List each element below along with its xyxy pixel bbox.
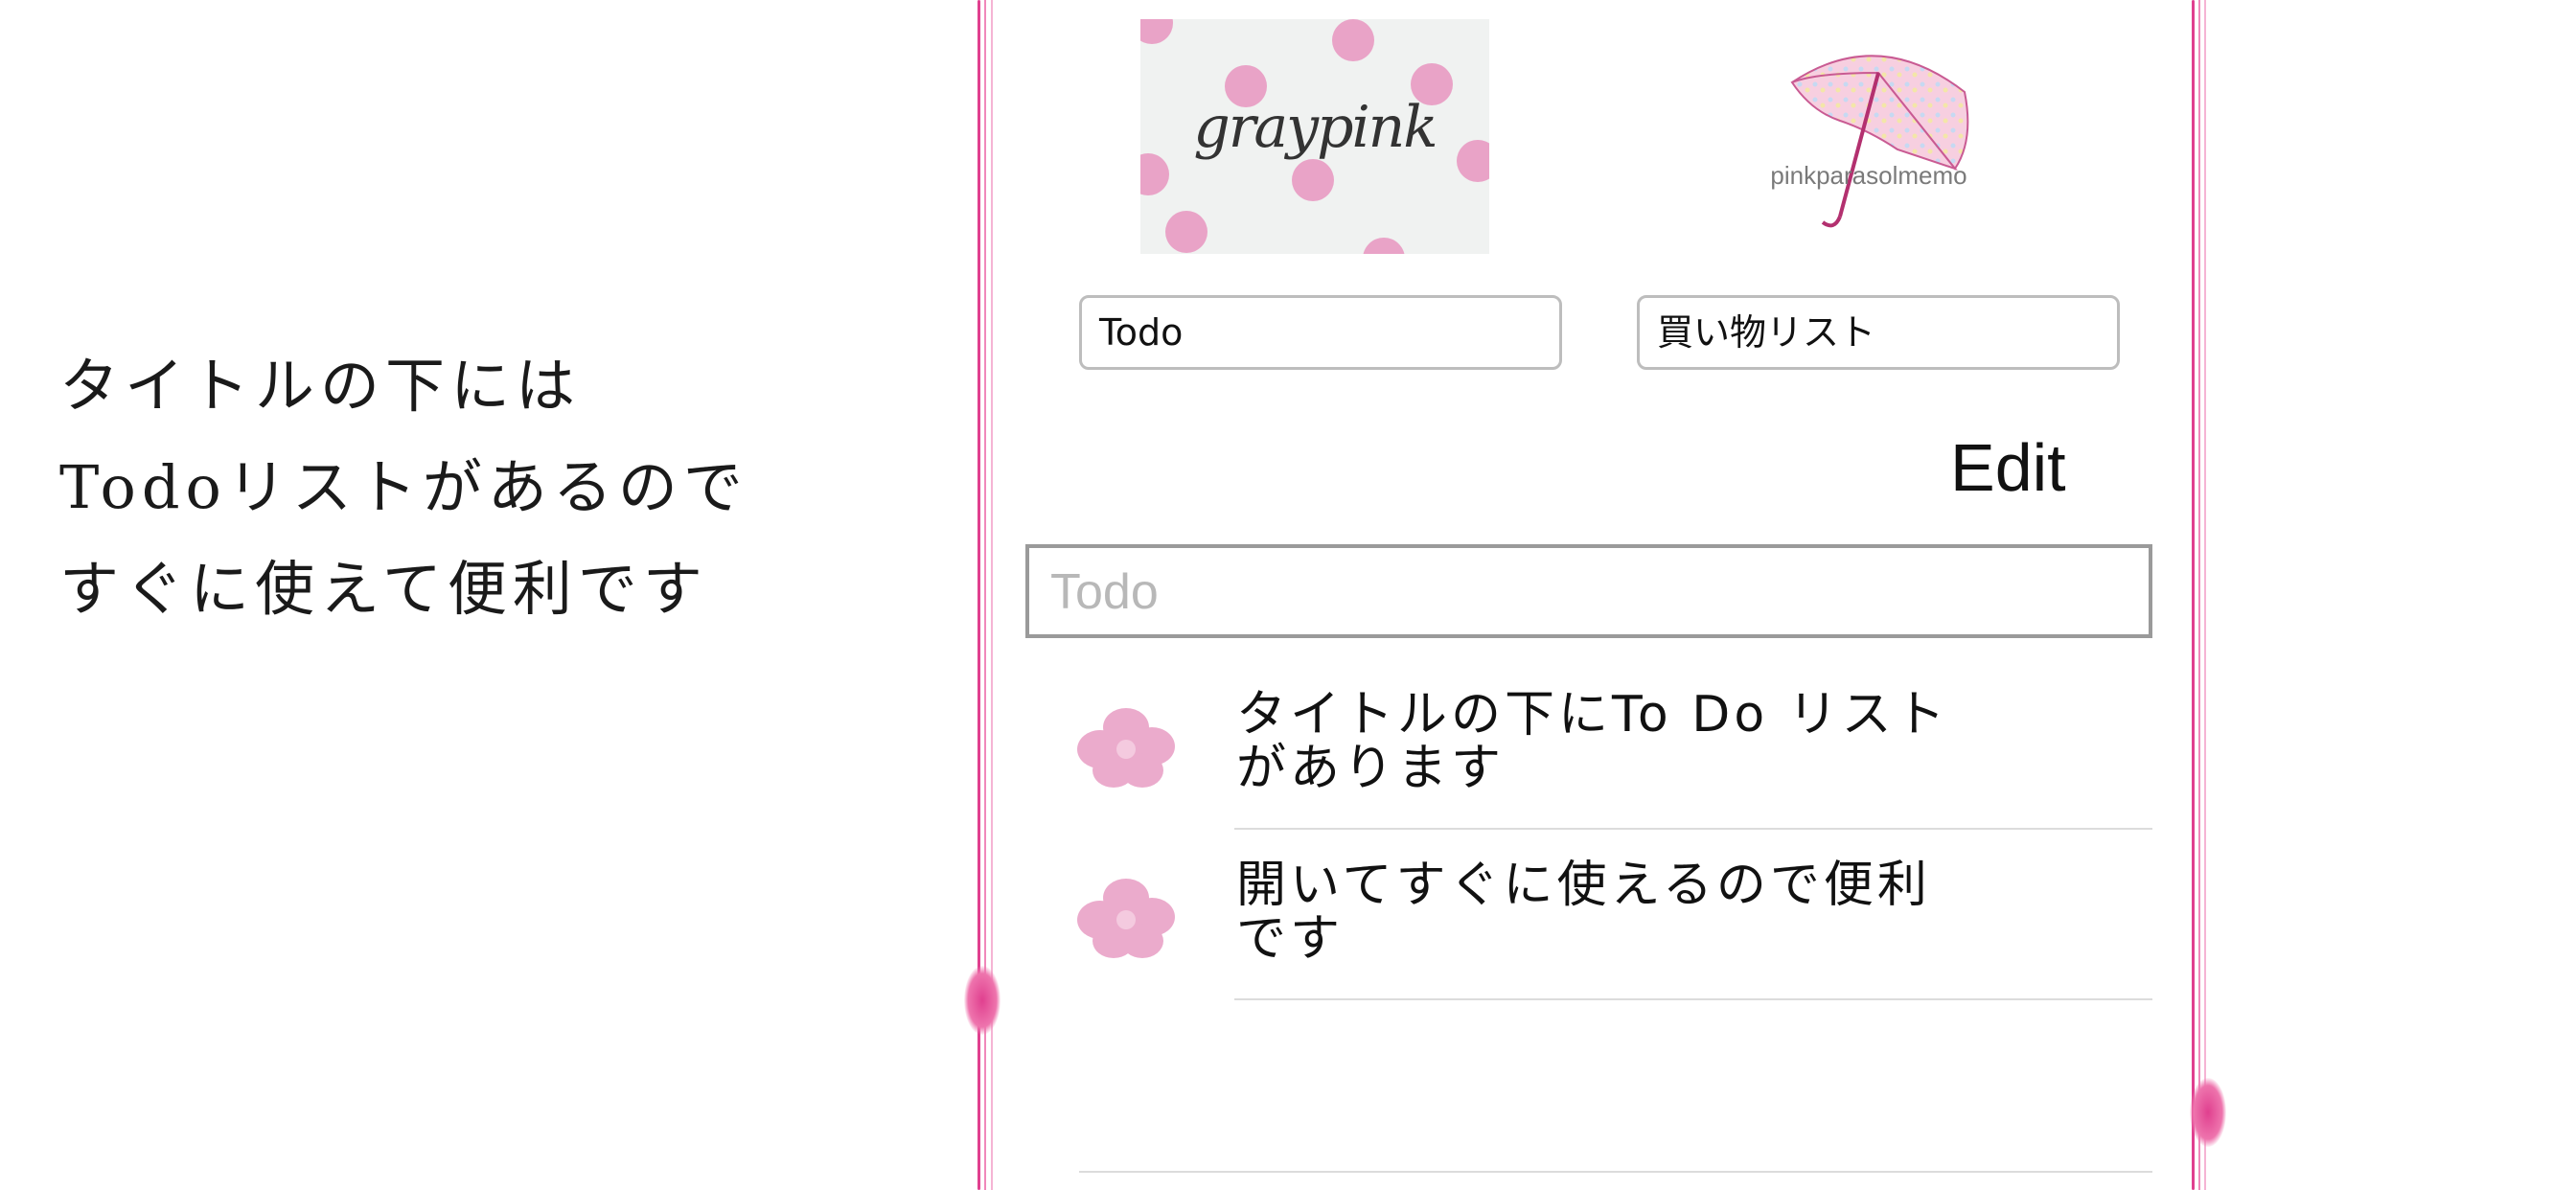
row-divider: [1234, 828, 2152, 830]
frame-left-blob: [964, 966, 1000, 1035]
promo-caption: タイトルの下には Todoリストがあるので すぐに使えて便利です: [59, 335, 922, 640]
frame-right-blob: [2190, 1078, 2226, 1147]
row-divider: [1234, 998, 2152, 1000]
pinkparasol-logo-text: pinkparasolmemo: [1770, 161, 1967, 190]
todo-item[interactable]: 開いてすぐに使えるので便利 です: [1073, 858, 2152, 1000]
caption-line-1: タイトルの下には: [59, 351, 582, 421]
flower-icon: [1077, 708, 1175, 788]
row-divider: [1079, 1171, 2152, 1173]
pinkparasol-logo[interactable]: pinkparasolmemo: [1735, 34, 2003, 236]
shopping-list-tab-button[interactable]: 買い物リスト: [1637, 295, 2120, 370]
todo-item-text-line1: タイトルの下にTo Do リスト: [1236, 686, 1949, 744]
todo-item-text-line2: があります: [1236, 740, 1506, 797]
parasol-icon: [1790, 55, 1969, 228]
caption-line-3: すぐに使えて便利です: [59, 554, 708, 624]
todo-tab-button[interactable]: Todo: [1079, 295, 1562, 370]
edit-button[interactable]: Edit: [1950, 429, 2066, 506]
caption-line-2: Todoリストがあるので: [59, 452, 748, 522]
todo-input[interactable]: Todo: [1025, 544, 2152, 638]
graypink-logo[interactable]: graypink: [1140, 19, 1489, 254]
todo-item[interactable]: タイトルの下にTo Do リスト があります: [1073, 688, 2152, 830]
graypink-logo-text: graypink: [1193, 94, 1438, 161]
todo-item-text-line2: です: [1236, 910, 1345, 968]
todo-item-text-line1: 開いてすぐに使えるので便利: [1236, 857, 1931, 914]
flower-icon: [1077, 879, 1175, 958]
